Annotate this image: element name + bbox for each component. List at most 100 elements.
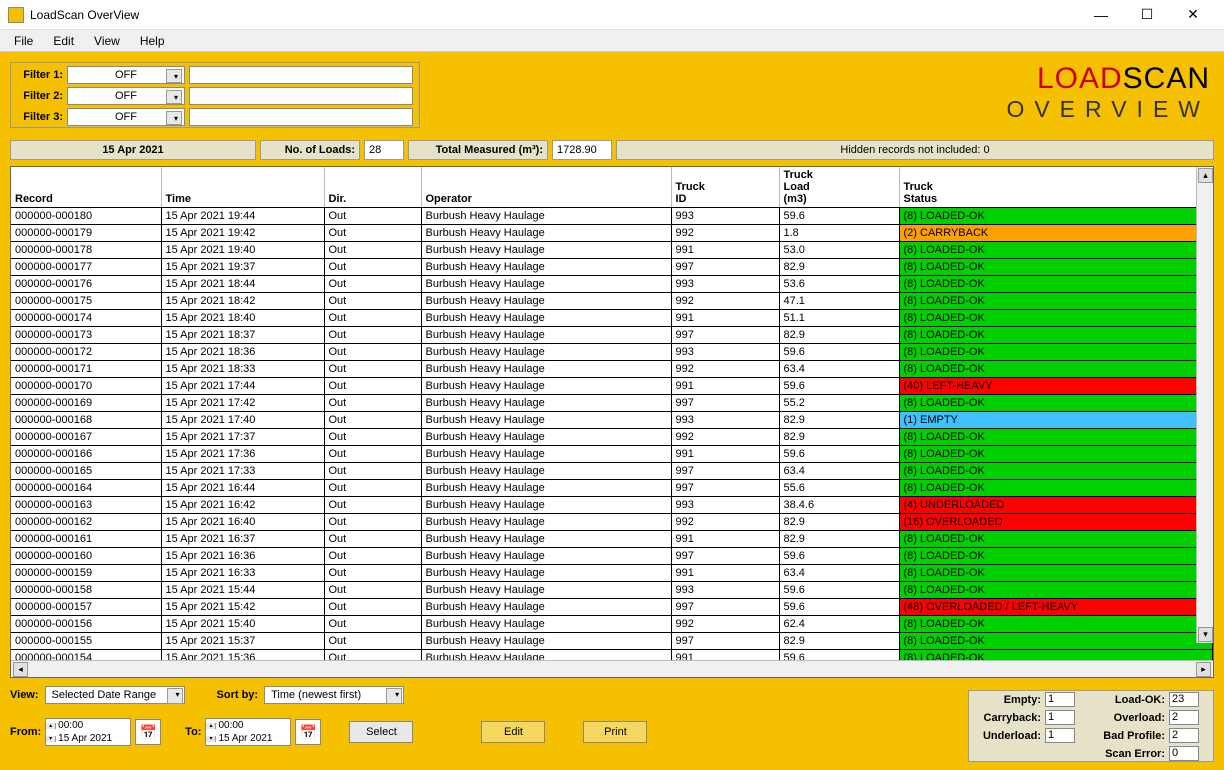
- chevron-down-icon: ▾: [174, 72, 178, 81]
- scroll-down-icon[interactable]: ▾: [1198, 627, 1213, 642]
- cell-o: Burbush Heavy Haulage: [421, 480, 671, 497]
- logo-scan: SCAN: [1123, 62, 1210, 95]
- table-row[interactable]: 000000-00017115 Apr 2021 18:33OutBurbush…: [11, 361, 1213, 378]
- print-button[interactable]: Print: [583, 721, 647, 743]
- menu-help[interactable]: Help: [130, 32, 175, 50]
- filter-panel: Filter 1: OFF▾ Filter 2: OFF▾ Filter 3: …: [10, 62, 420, 128]
- close-button[interactable]: ✕: [1170, 0, 1216, 30]
- cell-l: 63.4: [779, 565, 899, 582]
- table-row[interactable]: 000000-00016315 Apr 2021 16:42OutBurbush…: [11, 497, 1213, 514]
- cell-id: 997: [671, 548, 779, 565]
- table-row[interactable]: 000000-00016015 Apr 2021 16:36OutBurbush…: [11, 548, 1213, 565]
- filter3-text[interactable]: [189, 108, 413, 126]
- cell-d: Out: [324, 616, 421, 633]
- cell-r: 000000-000160: [11, 548, 161, 565]
- stat-overload-value: 2: [1169, 710, 1199, 725]
- table-row[interactable]: 000000-00016715 Apr 2021 17:37OutBurbush…: [11, 429, 1213, 446]
- cell-id: 997: [671, 259, 779, 276]
- cell-t: 15 Apr 2021 19:44: [161, 208, 324, 225]
- cell-status: (8) LOADED-OK: [899, 548, 1213, 565]
- table-row[interactable]: 000000-00015415 Apr 2021 15:36OutBurbush…: [11, 650, 1213, 661]
- select-button[interactable]: Select: [349, 721, 413, 743]
- table-row[interactable]: 000000-00017815 Apr 2021 19:40OutBurbush…: [11, 242, 1213, 259]
- col-operator[interactable]: Operator: [421, 167, 671, 208]
- table-row[interactable]: 000000-00016915 Apr 2021 17:42OutBurbush…: [11, 395, 1213, 412]
- scroll-left-icon[interactable]: ◂: [13, 662, 28, 677]
- view-select[interactable]: Selected Date Range▾: [45, 686, 185, 704]
- table-row[interactable]: 000000-00017915 Apr 2021 19:42OutBurbush…: [11, 225, 1213, 242]
- to-datetime[interactable]: ▴ ▾: [205, 718, 291, 746]
- filter1-select[interactable]: OFF▾: [67, 66, 185, 84]
- calendar-icon[interactable]: 📅: [135, 719, 161, 745]
- menu-file[interactable]: File: [4, 32, 43, 50]
- table-row[interactable]: 000000-00016515 Apr 2021 17:33OutBurbush…: [11, 463, 1213, 480]
- table-row[interactable]: 000000-00015815 Apr 2021 15:44OutBurbush…: [11, 582, 1213, 599]
- to-date-input[interactable]: [216, 733, 290, 745]
- cell-status: (8) LOADED-OK: [899, 446, 1213, 463]
- cell-o: Burbush Heavy Haulage: [421, 344, 671, 361]
- table-row[interactable]: 000000-00016115 Apr 2021 16:37OutBurbush…: [11, 531, 1213, 548]
- col-dir[interactable]: Dir.: [324, 167, 421, 208]
- cell-id: 991: [671, 565, 779, 582]
- cell-d: Out: [324, 497, 421, 514]
- edit-button[interactable]: Edit: [481, 721, 545, 743]
- from-time-input[interactable]: [56, 720, 130, 732]
- table-row[interactable]: 000000-00017415 Apr 2021 18:40OutBurbush…: [11, 310, 1213, 327]
- vertical-scrollbar[interactable]: ▴ ▾: [1196, 167, 1213, 643]
- horizontal-scrollbar[interactable]: ◂ ▸: [11, 660, 1213, 677]
- table-row[interactable]: 000000-00017715 Apr 2021 19:37OutBurbush…: [11, 259, 1213, 276]
- col-record[interactable]: Record: [11, 167, 161, 208]
- menu-view[interactable]: View: [84, 32, 130, 50]
- cell-id: 991: [671, 242, 779, 259]
- col-truck-load[interactable]: Truck Load (m3): [779, 167, 899, 208]
- table-row[interactable]: 000000-00016215 Apr 2021 16:40OutBurbush…: [11, 514, 1213, 531]
- cell-t: 15 Apr 2021 18:33: [161, 361, 324, 378]
- table-row[interactable]: 000000-00015615 Apr 2021 15:40OutBurbush…: [11, 616, 1213, 633]
- table-row[interactable]: 000000-00017215 Apr 2021 18:36OutBurbush…: [11, 344, 1213, 361]
- cell-status: (8) LOADED-OK: [899, 242, 1213, 259]
- to-label: To:: [185, 726, 201, 738]
- cell-r: 000000-000170: [11, 378, 161, 395]
- scroll-right-icon[interactable]: ▸: [1196, 662, 1211, 677]
- cell-id: 993: [671, 582, 779, 599]
- col-truck-id[interactable]: Truck ID: [671, 167, 779, 208]
- cell-status: (40) LEFT-HEAVY: [899, 378, 1213, 395]
- col-time[interactable]: Time: [161, 167, 324, 208]
- scroll-up-icon[interactable]: ▴: [1198, 168, 1213, 183]
- to-time-input[interactable]: [216, 720, 290, 732]
- stat-empty-value: 1: [1045, 692, 1075, 707]
- cell-r: 000000-000178: [11, 242, 161, 259]
- filter3-select[interactable]: OFF▾: [67, 108, 185, 126]
- table-row[interactable]: 000000-00017615 Apr 2021 18:44OutBurbush…: [11, 276, 1213, 293]
- table-row[interactable]: 000000-00015515 Apr 2021 15:37OutBurbush…: [11, 633, 1213, 650]
- table-row[interactable]: 000000-00017015 Apr 2021 17:44OutBurbush…: [11, 378, 1213, 395]
- table-row[interactable]: 000000-00016615 Apr 2021 17:36OutBurbush…: [11, 446, 1213, 463]
- cell-d: Out: [324, 395, 421, 412]
- filter2-select[interactable]: OFF▾: [67, 87, 185, 105]
- col-truck-status[interactable]: Truck Status: [899, 167, 1213, 208]
- cell-id: 991: [671, 446, 779, 463]
- cell-t: 15 Apr 2021 17:33: [161, 463, 324, 480]
- table-row[interactable]: 000000-00016815 Apr 2021 17:40OutBurbush…: [11, 412, 1213, 429]
- cell-o: Burbush Heavy Haulage: [421, 327, 671, 344]
- table-row[interactable]: 000000-00016415 Apr 2021 16:44OutBurbush…: [11, 480, 1213, 497]
- menu-edit[interactable]: Edit: [43, 32, 84, 50]
- cell-id: 992: [671, 293, 779, 310]
- cell-d: Out: [324, 446, 421, 463]
- sort-select[interactable]: Time (newest first)▾: [264, 686, 404, 704]
- from-datetime[interactable]: ▴ ▾: [45, 718, 131, 746]
- table-row[interactable]: 000000-00015915 Apr 2021 16:33OutBurbush…: [11, 565, 1213, 582]
- table-row[interactable]: 000000-00018015 Apr 2021 19:44OutBurbush…: [11, 208, 1213, 225]
- table-row[interactable]: 000000-00015715 Apr 2021 15:42OutBurbush…: [11, 599, 1213, 616]
- cell-o: Burbush Heavy Haulage: [421, 395, 671, 412]
- cell-id: 991: [671, 650, 779, 661]
- table-row[interactable]: 000000-00017515 Apr 2021 18:42OutBurbush…: [11, 293, 1213, 310]
- filter1-text[interactable]: [189, 66, 413, 84]
- summary-bar: 15 Apr 2021 No. of Loads: 28 Total Measu…: [10, 140, 1214, 160]
- calendar-icon[interactable]: 📅: [295, 719, 321, 745]
- minimize-button[interactable]: —: [1078, 0, 1124, 30]
- from-date-input[interactable]: [56, 733, 130, 745]
- maximize-button[interactable]: ☐: [1124, 0, 1170, 30]
- table-row[interactable]: 000000-00017315 Apr 2021 18:37OutBurbush…: [11, 327, 1213, 344]
- filter2-text[interactable]: [189, 87, 413, 105]
